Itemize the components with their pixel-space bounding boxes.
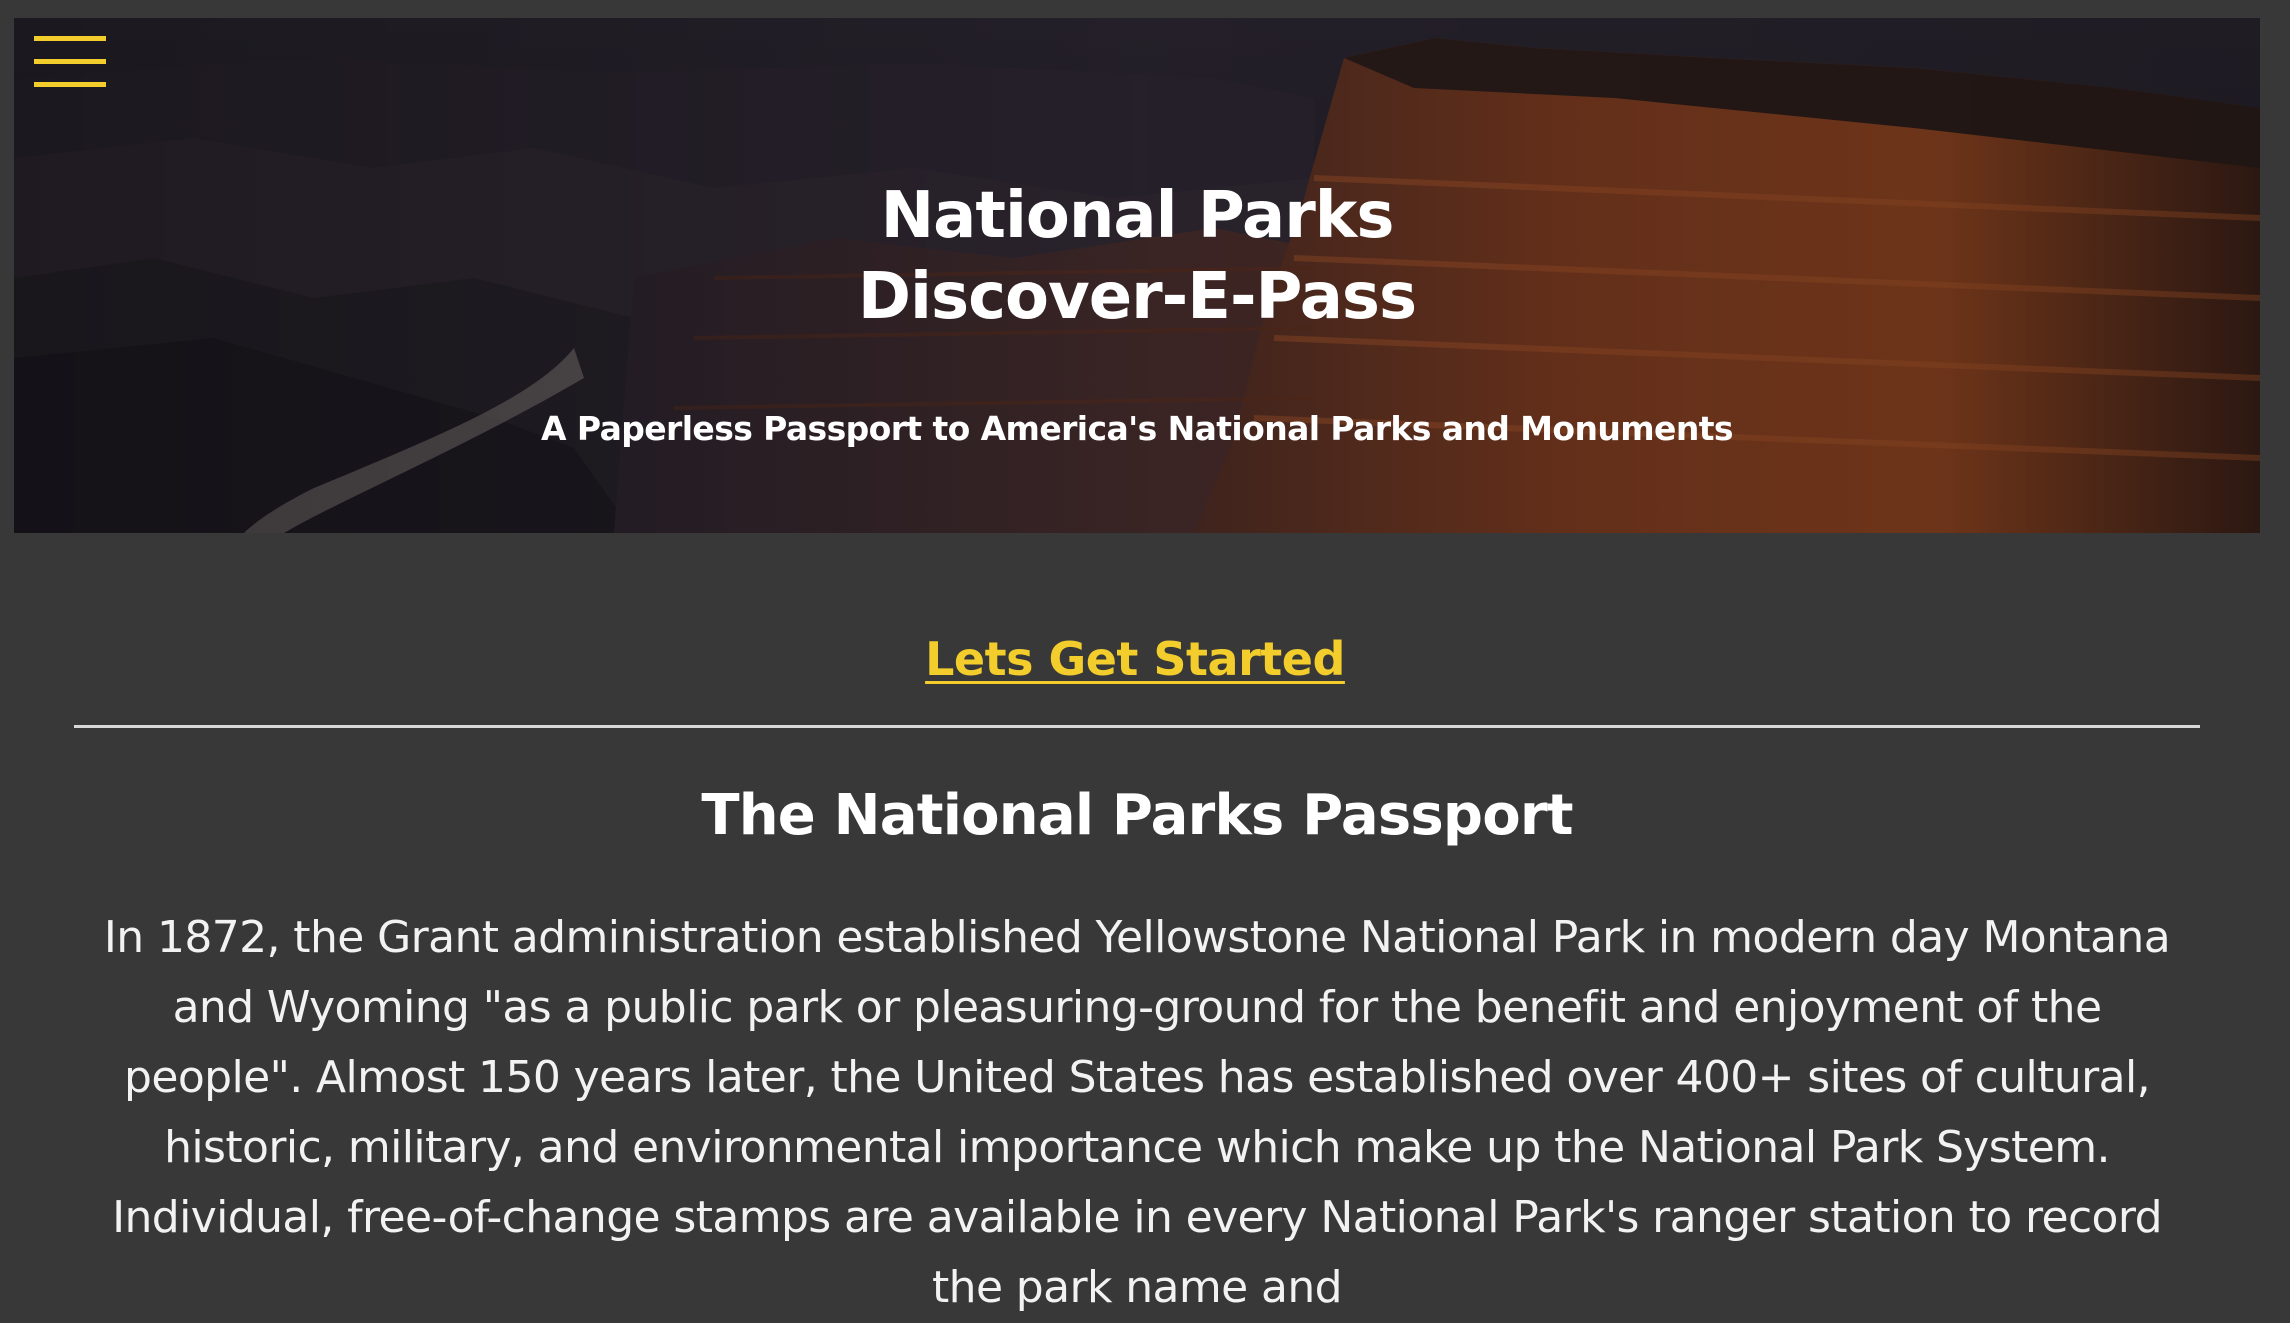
site-subtitle: A Paperless Passport to America's Nation… xyxy=(541,409,1733,448)
menu-bar-middle xyxy=(34,59,106,64)
hero-banner: National Parks Discover-E-Pass A Paperle… xyxy=(14,18,2260,533)
menu-bar-top xyxy=(34,36,106,41)
menu-bar-bottom xyxy=(34,82,106,87)
site-title-line1: National Parks xyxy=(880,179,1395,253)
hamburger-menu-icon[interactable] xyxy=(34,36,106,88)
section-body-text: In 1872, the Grant administration establ… xyxy=(103,912,2171,1313)
site-title-line2: Discover-E-Pass xyxy=(857,260,1417,334)
section-divider xyxy=(74,725,2200,728)
cta-container: Lets Get Started xyxy=(0,632,2270,686)
section-title: The National Parks Passport xyxy=(701,783,1573,848)
get-started-link[interactable]: Lets Get Started xyxy=(925,632,1345,686)
site-title: National Parks Discover-E-Pass xyxy=(14,176,2260,338)
